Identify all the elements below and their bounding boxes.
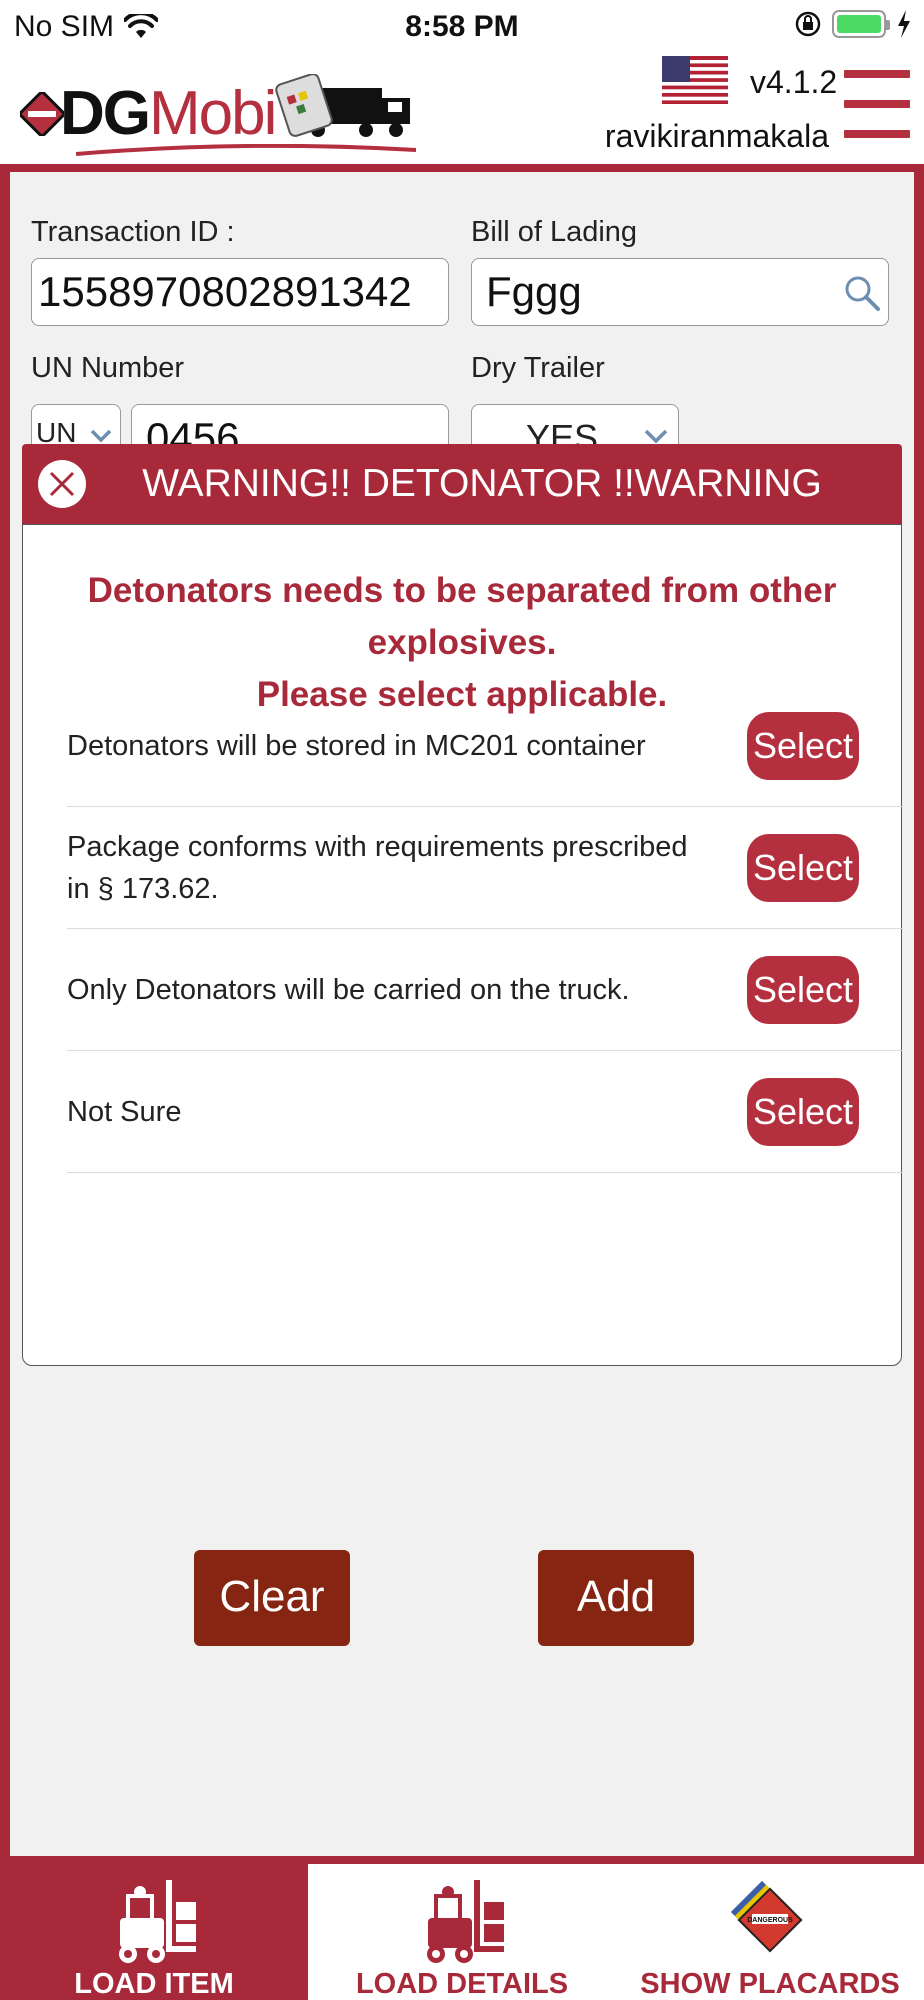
dangerous-diamond-icon — [20, 92, 64, 136]
status-right — [794, 10, 912, 38]
bill-of-lading-field[interactable]: Fggg — [471, 258, 889, 326]
option-row: Package conforms with requirements presc… — [67, 807, 903, 929]
chevron-down-icon — [90, 429, 112, 443]
warning-modal-header: WARNING!! DETONATOR !!WARNING — [22, 444, 902, 524]
transaction-id-label: Transaction ID : — [31, 216, 235, 248]
option-row: Not Sure Select — [67, 1051, 903, 1173]
tab-load-item[interactable]: LOAD ITEM — [0, 1864, 308, 2000]
transaction-id-field[interactable]: 1558970802891342 — [31, 258, 449, 326]
select-button[interactable]: Select — [747, 833, 859, 902]
bottom-tab-bar: LOAD ITEM LOAD DETAILS DANGEROUS SHOW PL… — [0, 1864, 924, 2000]
dry-trailer-label: Dry Trailer — [471, 352, 605, 384]
tab-label: LOAD DETAILS — [355, 1968, 569, 2000]
select-button[interactable]: Select — [747, 711, 859, 780]
bill-of-lading-label: Bill of Lading — [471, 216, 638, 248]
select-button[interactable]: Select — [747, 1077, 859, 1146]
dgmobi-logo: DGMobi — [20, 66, 416, 156]
tab-label: LOAD ITEM — [74, 1968, 234, 2000]
tab-label: SHOW PLACARDS — [640, 1968, 900, 2000]
option-text: Package conforms with requirements presc… — [67, 830, 688, 905]
username-label: ravikiranmakala — [604, 118, 829, 154]
status-time: 8:58 PM — [405, 10, 519, 43]
forklift-icon — [427, 1880, 504, 1963]
search-icon[interactable] — [842, 273, 882, 313]
menu-icon[interactable] — [844, 70, 910, 146]
app-version: v4.1.2 — [750, 64, 838, 100]
warning-modal-body: Detonators needs to be separated from ot… — [22, 524, 903, 1366]
option-row: Only Detonators will be carried on the t… — [67, 929, 903, 1051]
app-header: DGMobi v4.1.2 ravikiranmakala — [0, 56, 924, 164]
logo-mobi-text: Mobi — [149, 79, 277, 148]
warning-modal-title: WARNING!! DETONATOR !!WARNING — [142, 462, 822, 505]
status-bar: No SIM 8:58 PM — [0, 0, 924, 56]
clear-button[interactable]: Clear — [194, 1550, 350, 1646]
logo-dg-text: DG — [60, 79, 151, 148]
option-text: Not Sure — [67, 1095, 182, 1128]
logo-swoosh — [76, 144, 416, 156]
placard-icon: DANGEROUS — [730, 1880, 803, 1953]
option-text: Detonators will be stored in MC201 conta… — [67, 729, 646, 762]
svg-text:DANGEROUS: DANGEROUS — [747, 1917, 793, 1924]
un-number-label: UN Number — [31, 352, 185, 384]
tab-show-placards[interactable]: DANGEROUS SHOW PLACARDS — [616, 1864, 924, 2000]
forklift-icon — [119, 1880, 196, 1963]
option-text: Only Detonators will be carried on the t… — [67, 973, 630, 1006]
truck-icon — [275, 74, 410, 137]
tab-load-details[interactable]: LOAD DETAILS — [308, 1864, 616, 2000]
select-button[interactable]: Select — [747, 955, 859, 1024]
add-button[interactable]: Add — [538, 1550, 694, 1646]
warning-message-line1: Detonators needs to be separated from ot… — [87, 571, 837, 662]
us-flag-icon[interactable] — [662, 56, 728, 104]
battery-icon — [832, 10, 890, 38]
rotation-lock-icon — [795, 11, 821, 37]
option-row: Detonators will be stored in MC201 conta… — [67, 685, 903, 807]
chevron-down-icon — [644, 429, 668, 443]
bill-of-lading-value: Fggg — [486, 268, 582, 315]
charging-icon — [898, 10, 910, 38]
